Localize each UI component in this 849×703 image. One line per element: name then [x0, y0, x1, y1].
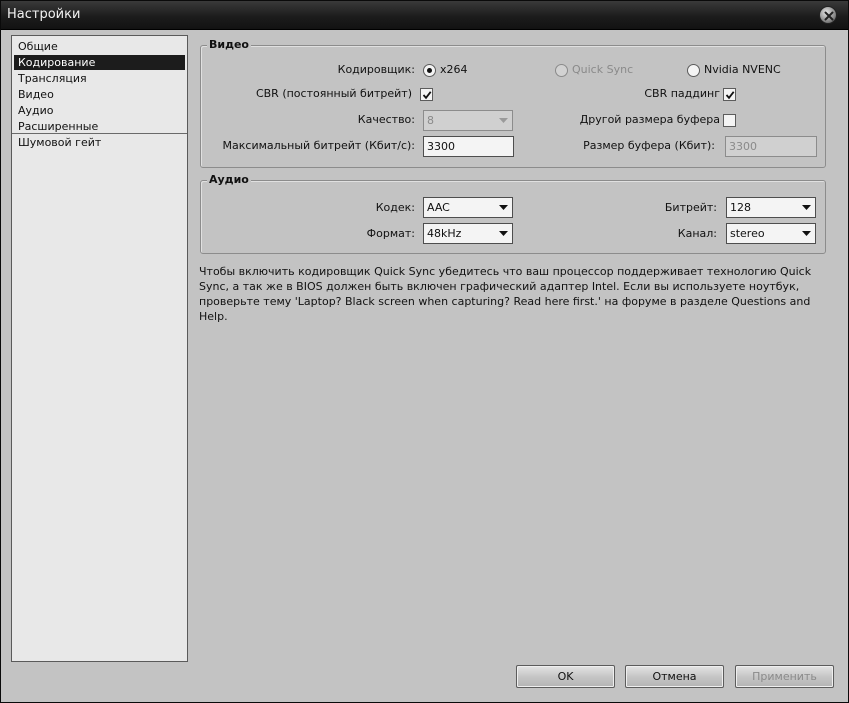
sidebar-item-advanced[interactable]: Расширенные — [14, 119, 185, 134]
codec-label: Кодек: — [375, 201, 415, 214]
apply-button: Применить — [735, 665, 834, 688]
format-value: 48kHz — [427, 227, 462, 240]
quicksync-info-text: Чтобы включить кодировщик Quick Sync убе… — [199, 265, 812, 323]
video-group: Видео Кодировщик: x264 Quick Sync Nvidia… — [200, 38, 826, 168]
close-icon — [824, 11, 834, 21]
encoder-nvenc-radio[interactable] — [687, 64, 700, 77]
encoder-quicksync-label: Quick Sync — [572, 63, 634, 76]
radio-selected-dot — [427, 68, 432, 73]
codec-value: AAC — [427, 201, 450, 214]
sidebar-item-encoding[interactable]: Кодирование — [14, 55, 185, 70]
max-bitrate-input[interactable]: 3300 — [423, 136, 514, 157]
video-group-title: Видео — [207, 38, 251, 51]
encoder-x264-label[interactable]: x264 — [440, 63, 468, 76]
buffer-size-input: 3300 — [725, 136, 817, 157]
bitrate-label: Битрейт: — [664, 201, 717, 214]
cbr-padding-checkbox[interactable] — [723, 88, 736, 101]
codec-dropdown[interactable]: AAC — [423, 197, 513, 218]
chevron-down-icon — [802, 205, 811, 210]
quality-label: Качество: — [357, 113, 415, 126]
format-label: Формат: — [366, 227, 415, 240]
close-button[interactable] — [819, 6, 837, 24]
cbr-padding-label: CBR паддинг — [644, 87, 720, 100]
window-title: Настройки — [7, 7, 81, 22]
sidebar-item-noise-gate[interactable]: Шумовой гейт — [14, 135, 185, 150]
custom-buffer-checkbox[interactable] — [723, 114, 736, 127]
cbr-checkbox[interactable] — [420, 88, 433, 101]
quality-value: 8 — [427, 114, 434, 127]
sidebar-item-general[interactable]: Общие — [14, 39, 185, 54]
chevron-down-icon — [499, 118, 508, 123]
encoder-quicksync-radio — [555, 64, 568, 77]
buffer-size-label: Размер буфера (Кбит): — [583, 139, 715, 152]
sidebar-item-audio[interactable]: Аудио — [14, 103, 185, 118]
quality-dropdown: 8 — [423, 110, 513, 131]
channel-value: stereo — [730, 227, 765, 240]
sidebar-item-broadcast[interactable]: Трансляция — [14, 71, 185, 86]
checkmark-icon — [725, 91, 735, 100]
chevron-down-icon — [499, 231, 508, 236]
channel-label: Канал: — [677, 227, 717, 240]
cbr-label: CBR (постоянный битрейт) — [255, 87, 412, 100]
format-dropdown[interactable]: 48kHz — [423, 223, 513, 244]
audio-group: Аудио Кодек: AAC Битрейт: 128 Формат: 48… — [200, 173, 826, 254]
ok-button[interactable]: OK — [516, 665, 615, 688]
encoder-x264-radio[interactable] — [423, 64, 436, 77]
chevron-down-icon — [499, 205, 508, 210]
sidebar-divider — [12, 133, 187, 134]
sidebar-item-video[interactable]: Видео — [14, 87, 185, 102]
title-bar[interactable]: Настройки — [1, 1, 848, 30]
max-bitrate-label: Максимальный битрейт (Кбит/с): — [222, 139, 415, 152]
settings-sidebar: Общие Кодирование Трансляция Видео Аудио… — [11, 35, 188, 662]
bitrate-value: 128 — [730, 201, 751, 214]
settings-window: Настройки Общие Кодирование Трансляция В… — [0, 0, 849, 703]
channel-dropdown[interactable]: stereo — [726, 223, 816, 244]
encoder-nvenc-label[interactable]: Nvidia NVENC — [704, 63, 781, 76]
cancel-button[interactable]: Отмена — [625, 665, 724, 688]
bitrate-dropdown[interactable]: 128 — [726, 197, 816, 218]
audio-group-title: Аудио — [207, 173, 251, 186]
encoder-label: Кодировщик: — [337, 63, 415, 76]
custom-buffer-label: Другой размера буфера — [579, 113, 720, 126]
chevron-down-icon — [802, 231, 811, 236]
dialog-body: Общие Кодирование Трансляция Видео Аудио… — [1, 31, 848, 702]
checkmark-icon — [422, 91, 432, 100]
